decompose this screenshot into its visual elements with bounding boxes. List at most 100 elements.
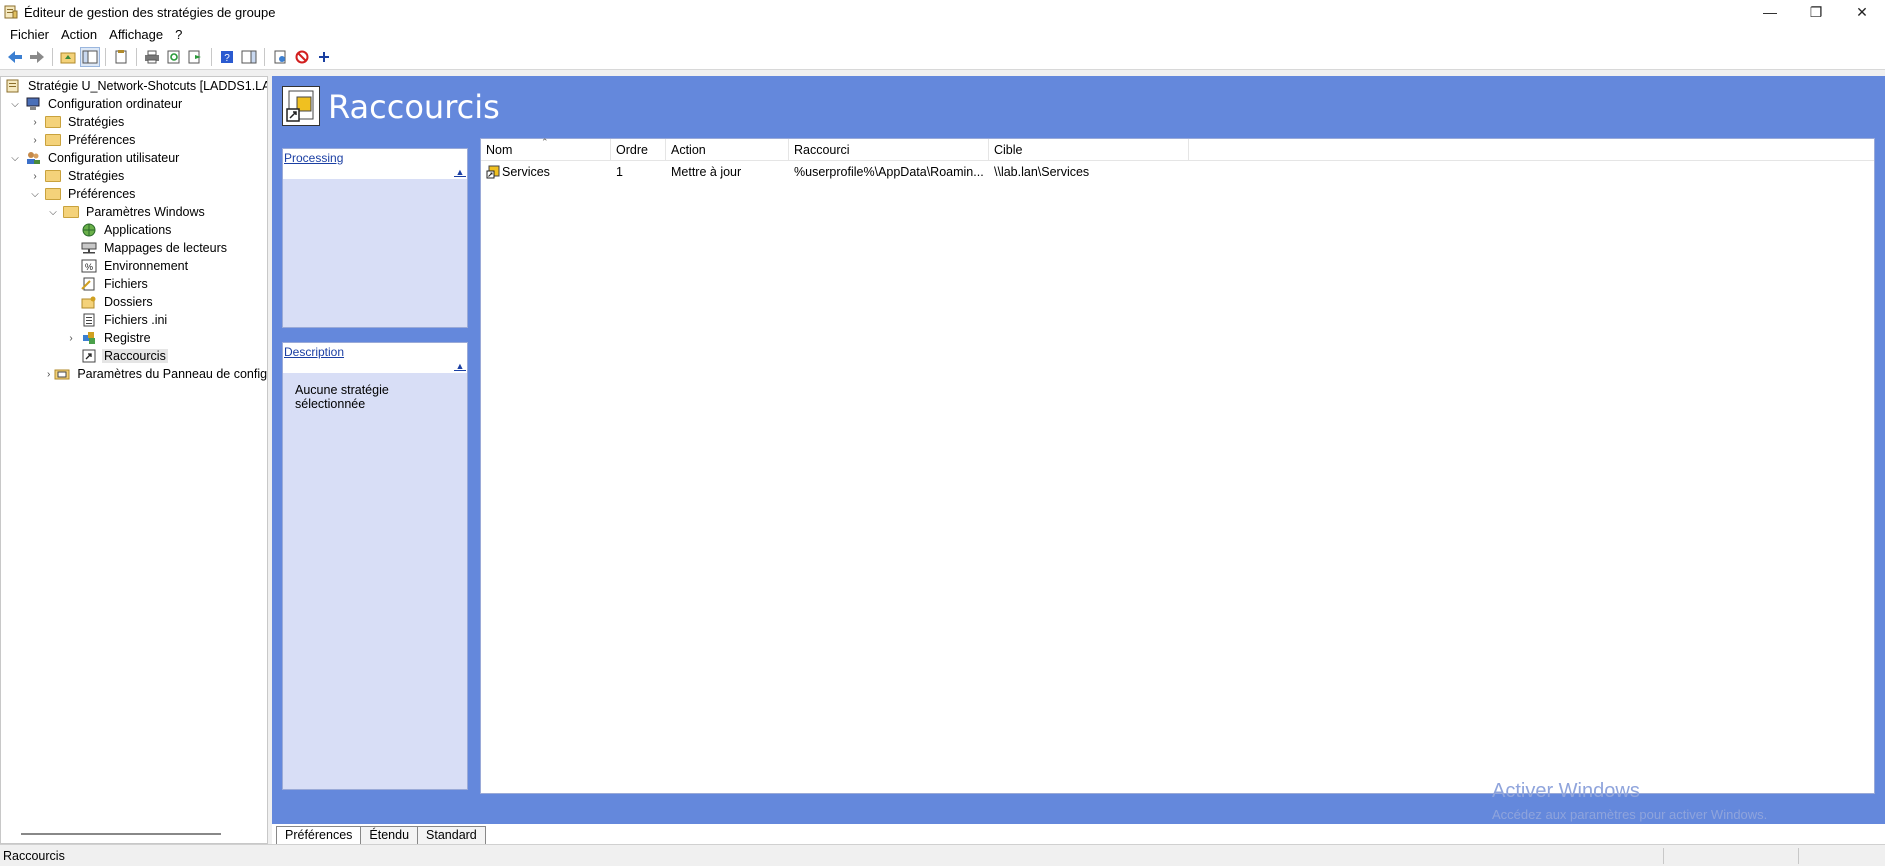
- title-bar: Éditeur de gestion des stratégies de gro…: [0, 0, 1885, 24]
- tree-item-folders[interactable]: Dossiers: [1, 293, 267, 311]
- tree-label: Fichiers .ini: [104, 313, 168, 327]
- cell-name-text: Services: [502, 165, 550, 179]
- print-icon[interactable]: [142, 47, 162, 67]
- tab-etendu[interactable]: Étendu: [360, 826, 419, 844]
- tree-item-files[interactable]: Fichiers: [1, 275, 267, 293]
- add-icon[interactable]: [314, 47, 334, 67]
- toolbar-separator: [52, 47, 53, 66]
- menu-fichier[interactable]: Fichier: [4, 27, 55, 42]
- tree-label: Mappages de lecteurs: [104, 241, 227, 255]
- export-icon[interactable]: [186, 47, 206, 67]
- watermark-subtitle: Accédez aux paramètres pour activer Wind…: [1492, 807, 1768, 822]
- tree-label: Configuration utilisateur: [48, 151, 180, 165]
- forward-arrow-icon[interactable]: [27, 47, 47, 67]
- tree-label: Préférences: [68, 133, 136, 147]
- gpo-scroll-icon: [5, 79, 21, 93]
- column-header-cible[interactable]: Cible: [989, 139, 1189, 161]
- cell-name: Services: [481, 165, 611, 179]
- tree-label: Stratégie U_Network-Shotcuts [LADDS1.LAB…: [28, 79, 267, 93]
- chevron-down-icon[interactable]: ⌵: [29, 188, 41, 200]
- menu-help[interactable]: ?: [169, 27, 188, 42]
- tree-item-registry[interactable]: › Registre: [1, 329, 267, 347]
- properties-icon[interactable]: [111, 47, 131, 67]
- up-folder-icon[interactable]: [58, 47, 78, 67]
- new-item-icon[interactable]: [270, 47, 290, 67]
- tree-item-environment[interactable]: % Environnement: [1, 257, 267, 275]
- tree-item-user-config[interactable]: ⌵ Configuration utilisateur: [1, 149, 267, 167]
- tree-item-ini-files[interactable]: Fichiers .ini: [1, 311, 267, 329]
- column-header-action[interactable]: Action: [666, 139, 789, 161]
- chevron-down-icon[interactable]: ⌵: [47, 206, 59, 218]
- tree-item-windows-settings[interactable]: ⌵ Paramètres Windows: [1, 203, 267, 221]
- minimize-button[interactable]: —: [1747, 0, 1793, 24]
- chevron-right-icon[interactable]: ›: [29, 170, 41, 182]
- tree-horizontal-scrollbar[interactable]: [21, 833, 221, 835]
- tree-item-applications[interactable]: Applications: [1, 221, 267, 239]
- status-separator: [1663, 848, 1664, 864]
- show-action-pane-icon[interactable]: [239, 47, 259, 67]
- tree-item-computer-config[interactable]: ⌵ Configuration ordinateur: [1, 95, 267, 113]
- watermark-title: Activer Windows: [1492, 780, 1640, 802]
- tab-standard[interactable]: Standard: [417, 826, 486, 844]
- chevron-down-icon[interactable]: ⌵: [9, 98, 21, 110]
- collapse-up-icon[interactable]: ▲: [454, 361, 466, 371]
- description-panel-header: Description ▲: [283, 343, 467, 373]
- status-bar: Raccourcis: [0, 844, 1885, 866]
- processing-link[interactable]: Processing: [284, 151, 343, 165]
- tree-item-computer-strategies[interactable]: › Stratégies: [1, 113, 267, 131]
- gpo-editor-app-icon: [4, 5, 18, 19]
- close-button[interactable]: ✕: [1839, 0, 1885, 24]
- files-icon: [81, 277, 97, 291]
- tree-item-user-strategies[interactable]: › Stratégies: [1, 167, 267, 185]
- registry-icon: [81, 331, 97, 345]
- shortcut-item-icon: [486, 165, 500, 179]
- table-row[interactable]: Services 1 Mettre à jour %userprofile%\A…: [481, 161, 1874, 183]
- tree-item-root[interactable]: Stratégie U_Network-Shotcuts [LADDS1.LAB…: [1, 77, 267, 95]
- refresh-icon[interactable]: [164, 47, 184, 67]
- description-link[interactable]: Description: [284, 345, 344, 359]
- console-tree[interactable]: Stratégie U_Network-Shotcuts [LADDS1.LAB…: [0, 76, 268, 844]
- help-icon[interactable]: ?: [217, 47, 237, 67]
- list-header: ⌃ Nom Ordre Action Raccourci Cible: [481, 137, 1874, 161]
- chevron-right-icon[interactable]: ›: [29, 116, 41, 128]
- chevron-right-icon[interactable]: ›: [47, 368, 50, 380]
- processing-panel: Processing ▲: [282, 148, 468, 328]
- toolbar-separator: [105, 47, 106, 66]
- users-icon: [25, 151, 41, 165]
- menu-action[interactable]: Action: [55, 27, 103, 42]
- show-tree-icon[interactable]: [80, 46, 100, 67]
- back-arrow-icon[interactable]: [5, 47, 25, 67]
- folder-icon: [45, 116, 61, 128]
- description-text: Aucune stratégie sélectionnée: [295, 383, 389, 411]
- tree-label: Dossiers: [104, 295, 153, 309]
- tree-label: Préférences: [68, 187, 136, 201]
- folder-icon: [45, 134, 61, 146]
- column-header-raccourci[interactable]: Raccourci: [789, 139, 989, 161]
- collapse-up-icon[interactable]: ▲: [454, 167, 466, 177]
- shortcut-icon: [81, 349, 97, 363]
- restore-button[interactable]: ❐: [1793, 0, 1839, 24]
- shortcuts-list[interactable]: ⌃ Nom Ordre Action Raccourci Cible Servi…: [480, 137, 1875, 794]
- toolbar-separator: [264, 47, 265, 66]
- tree-item-shortcuts[interactable]: Raccourcis: [1, 347, 267, 365]
- tree-item-user-preferences[interactable]: ⌵ Préférences: [1, 185, 267, 203]
- menu-affichage[interactable]: Affichage: [103, 27, 169, 42]
- activation-watermark: Activer Windows Accédez aux paramètres p…: [1492, 780, 1767, 822]
- tree-item-drive-maps[interactable]: Mappages de lecteurs: [1, 239, 267, 257]
- tree-label: Paramètres du Panneau de configuration: [77, 367, 268, 381]
- delete-icon[interactable]: [292, 47, 312, 67]
- chevron-right-icon[interactable]: ›: [65, 332, 77, 344]
- toolbar-separator: [211, 47, 212, 66]
- chevron-down-icon[interactable]: ⌵: [9, 152, 21, 164]
- tree-item-control-panel[interactable]: › Paramètres du Panneau de configuration: [1, 365, 267, 383]
- cell-action: Mettre à jour: [671, 165, 742, 179]
- tab-preferences[interactable]: Préférences: [276, 826, 362, 844]
- shortcuts-header-icon: [282, 86, 320, 126]
- column-header-ordre[interactable]: Ordre: [611, 139, 666, 161]
- tree-label: Stratégies: [68, 169, 125, 183]
- chevron-right-icon[interactable]: ›: [29, 134, 41, 146]
- tree-item-computer-preferences[interactable]: › Préférences: [1, 131, 267, 149]
- page-title: Raccourcis: [328, 88, 500, 126]
- tree-label: Fichiers: [104, 277, 148, 291]
- folders-icon: [81, 295, 97, 309]
